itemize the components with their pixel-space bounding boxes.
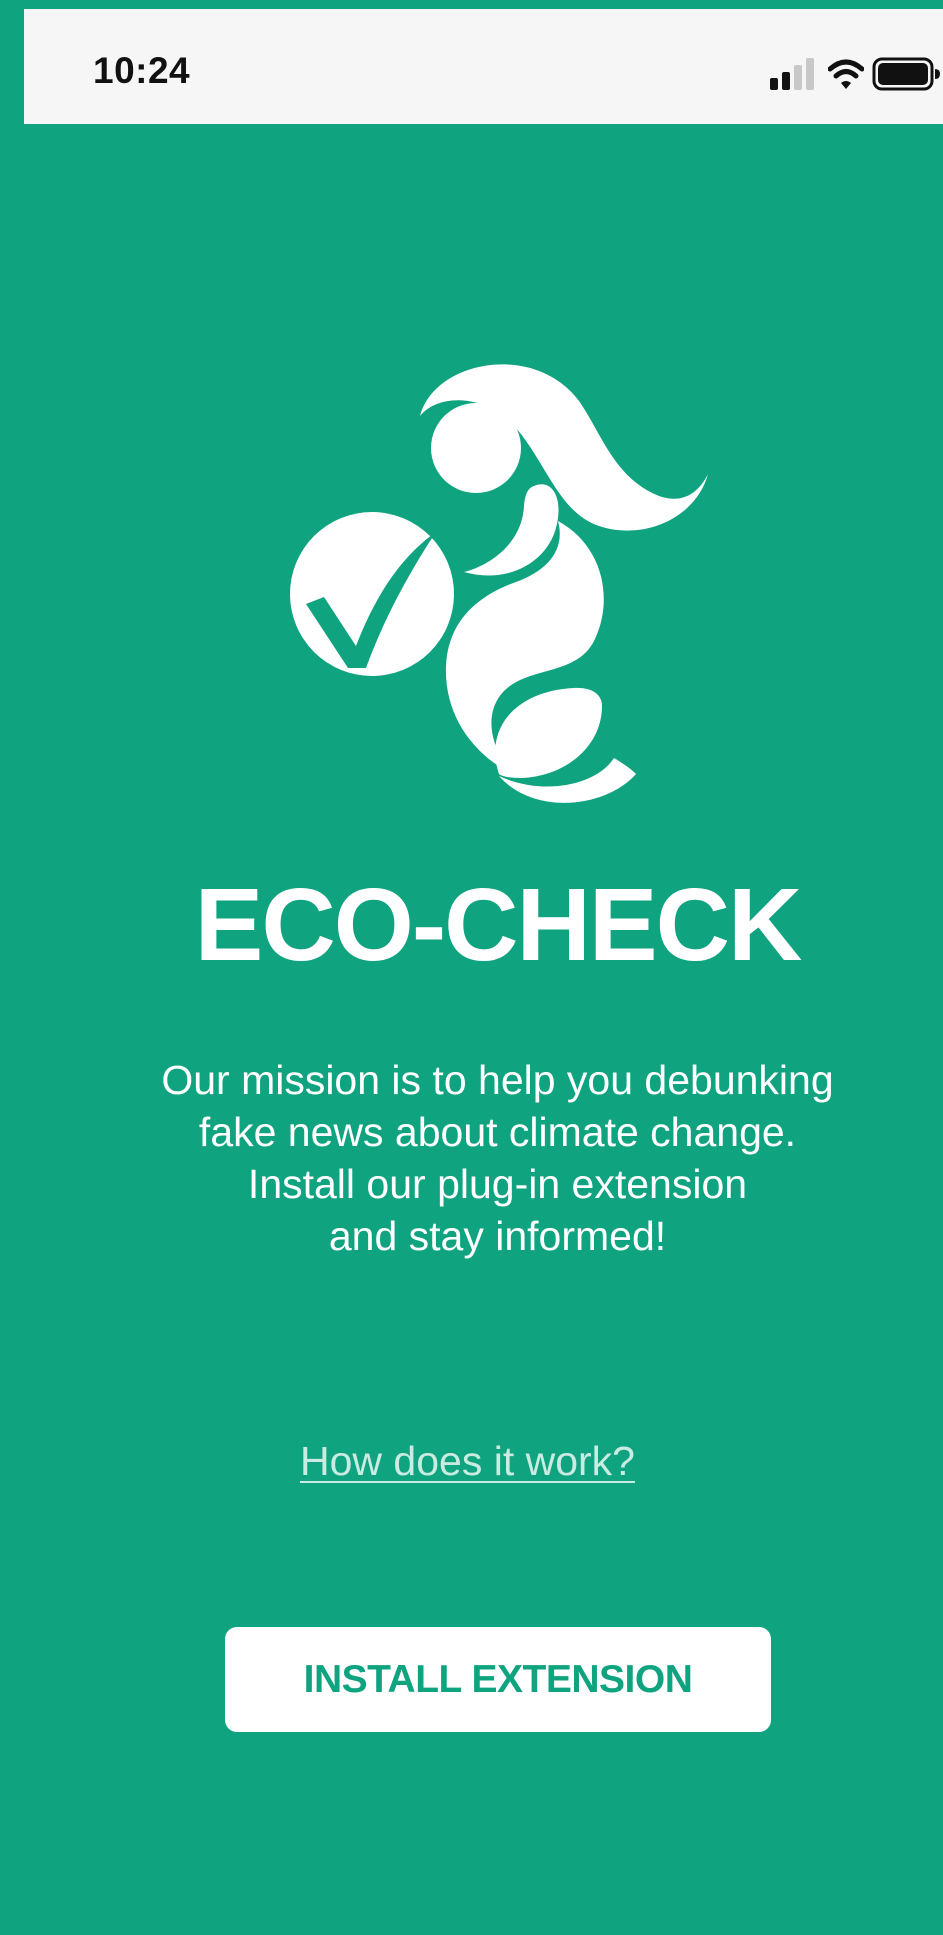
mission-line: Install our plug-in extension: [247, 1161, 748, 1207]
app-title: ECO-CHECK: [194, 867, 803, 982]
mission-line: Our mission is to help you debunking: [161, 1057, 834, 1103]
mission-line: and stay informed!: [328, 1213, 667, 1259]
install-extension-button[interactable]: INSTALL EXTENSION: [225, 1627, 771, 1732]
status-bar: 10:24: [24, 9, 943, 124]
status-time: 10:24: [93, 50, 191, 91]
status-icons: [768, 56, 943, 92]
eco-check-logo-icon: [290, 364, 708, 803]
battery-icon: [872, 57, 940, 91]
cellular-signal-icon: [770, 58, 814, 90]
mission-line: fake news about climate change.: [198, 1109, 797, 1155]
wifi-icon: [828, 59, 864, 89]
how-does-it-work-link[interactable]: How does it work?: [300, 1435, 635, 1487]
mission-text: Our mission is to help you debunking fak…: [60, 1054, 935, 1262]
